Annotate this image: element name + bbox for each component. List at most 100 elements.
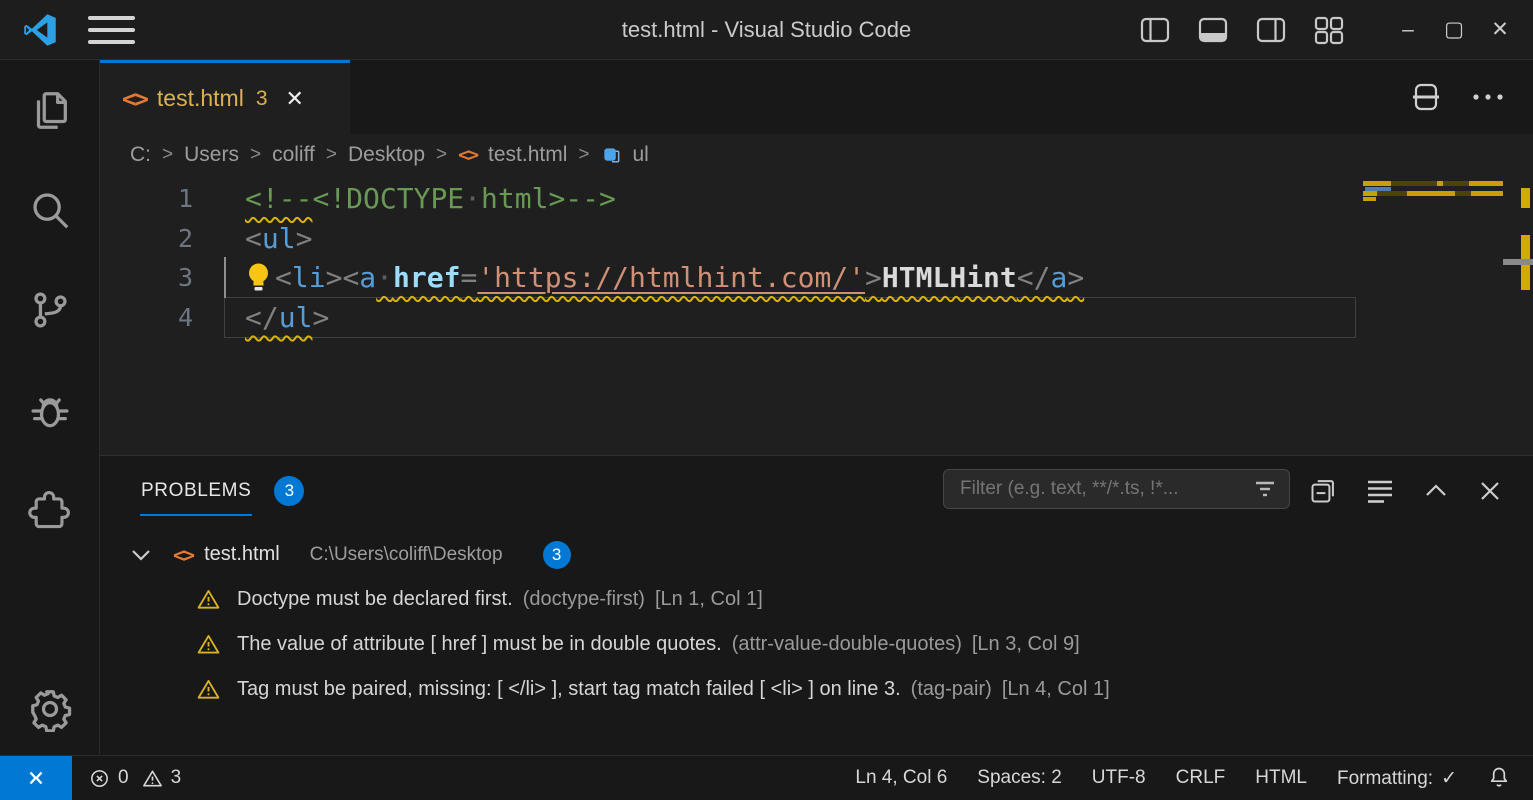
status-language-mode[interactable]: HTML (1255, 767, 1307, 789)
breadcrumb-item-test-html[interactable]: test.html (488, 143, 567, 167)
error-count: 0 (118, 767, 129, 789)
titlebar: test.html - Visual Studio Code – (0, 0, 1533, 60)
problem-rule-code: (attr-value-double-quotes) (732, 633, 962, 656)
html-file-icon: <> (173, 543, 193, 567)
problem-rule-code: (doctype-first) (523, 588, 645, 611)
status-bar: 0 3 Ln 4, Col 6 Spaces: 2 UTF-8 CRLF HTML For… (0, 755, 1533, 800)
breadcrumb-item-c-[interactable]: C: (130, 143, 151, 167)
minimap[interactable] (1363, 178, 1503, 318)
view-as-table-icon[interactable] (1365, 478, 1395, 504)
toggle-panel-icon[interactable] (1197, 16, 1229, 44)
filter-icon (1253, 479, 1277, 499)
code-token: < (245, 222, 262, 255)
menu-hamburger-icon[interactable] (88, 16, 135, 44)
problems-file-path: C:\Users\coliff\Desktop (310, 544, 503, 566)
notifications-bell-icon[interactable] (1487, 765, 1511, 791)
problem-position: [Ln 3, Col 9] (972, 633, 1080, 656)
breadcrumb-separator-icon: > (578, 144, 589, 166)
vscode-logo-icon (22, 12, 58, 48)
breadcrumb-separator-icon: > (250, 144, 261, 166)
tab-test-html[interactable]: <> test.html 3 ✕ (100, 60, 350, 134)
html-file-icon: <> (122, 85, 147, 113)
code-token: href (393, 261, 460, 294)
tab-label: test.html (157, 85, 244, 112)
tab-problems[interactable]: PROBLEMS (140, 466, 252, 516)
lightbulb-icon[interactable] (245, 262, 272, 293)
status-problems[interactable]: 0 3 (88, 767, 181, 790)
split-editor-icon[interactable] (1411, 81, 1441, 113)
explorer-icon[interactable] (26, 86, 74, 134)
warning-icon (196, 677, 221, 702)
code-editor[interactable]: 1<!--<!DOCTYPE·html>-->2<ul>3<li><a·href… (100, 176, 1533, 455)
code-token: li (292, 261, 326, 294)
overview-ruler[interactable] (1519, 176, 1533, 455)
breadcrumb-item-ul[interactable]: ul (633, 143, 649, 167)
line-number: 4 (100, 303, 193, 332)
toggle-secondary-sidebar-icon[interactable] (1255, 16, 1287, 44)
status-encoding[interactable]: UTF-8 (1092, 767, 1146, 789)
settings-gear-icon[interactable] (26, 685, 74, 733)
remote-indicator[interactable] (0, 756, 72, 800)
code-line-3[interactable]: 3<li><a·href='https://htmlhint.com/'>HTM… (100, 258, 1533, 298)
toggle-sidebar-icon[interactable] (1139, 16, 1171, 44)
search-icon[interactable] (26, 186, 74, 234)
problem-row-3[interactable]: Tag must be paired, missing: [ </li> ], … (100, 667, 1533, 712)
breadcrumb-item-users[interactable]: Users (184, 143, 239, 167)
close-panel-icon[interactable] (1477, 478, 1503, 504)
collapse-all-icon[interactable] (1309, 477, 1337, 505)
code-token: < (342, 261, 359, 294)
filter-input[interactable] (960, 478, 1253, 500)
code-token: > (865, 261, 882, 294)
problem-message: Doctype must be declared first. (237, 588, 513, 611)
problem-row-1[interactable]: Doctype must be declared first. (doctype-… (100, 577, 1533, 622)
html-file-icon: <> (458, 144, 477, 166)
code-token: a (359, 261, 376, 294)
warning-count: 3 (171, 767, 182, 789)
more-actions-icon[interactable] (1471, 92, 1505, 102)
status-formatting[interactable]: Formatting:✓ (1337, 767, 1457, 790)
activity-bar (0, 60, 100, 755)
panel-header: PROBLEMS 3 (100, 456, 1533, 526)
problem-position: [Ln 4, Col 1] (1002, 678, 1110, 701)
ruler-warning-mark (1521, 188, 1530, 208)
run-debug-icon[interactable] (26, 386, 74, 434)
code-line-2[interactable]: 2<ul> (100, 219, 1533, 259)
customize-layout-icon[interactable] (1313, 15, 1345, 45)
file-problem-count-badge: 3 (543, 541, 571, 569)
warning-icon (196, 632, 221, 657)
breadcrumb-item-coliff[interactable]: coliff (272, 143, 315, 167)
close-window-button[interactable]: ✕ (1477, 0, 1523, 60)
code-line-1[interactable]: 1<!--<!DOCTYPE·html>--> (100, 179, 1533, 219)
maximize-panel-icon[interactable] (1423, 478, 1449, 504)
problem-rule-code: (tag-pair) (911, 678, 992, 701)
code-token: = (460, 261, 477, 294)
problems-panel: PROBLEMS 3 (100, 455, 1533, 755)
source-control-icon[interactable] (26, 286, 74, 334)
code-token: HTMLHint (882, 261, 1017, 294)
breadcrumb-separator-icon: > (162, 144, 173, 166)
tab-bar: <> test.html 3 ✕ (100, 60, 1533, 134)
warning-icon (196, 587, 221, 612)
minimize-button[interactable]: – (1385, 0, 1431, 60)
code-token: </ (245, 301, 279, 334)
problems-file-row[interactable]: <> test.html C:\Users\coliff\Desktop 3 (100, 532, 1533, 577)
code-token: · (464, 182, 481, 215)
chevron-down-icon[interactable] (130, 548, 152, 562)
text-cursor (224, 257, 226, 298)
code-token: </ (1017, 261, 1051, 294)
line-number: 3 (100, 263, 193, 292)
extensions-icon[interactable] (26, 486, 74, 534)
status-cursor-position[interactable]: Ln 4, Col 6 (855, 767, 947, 789)
problem-row-2[interactable]: The value of attribute [ href ] must be … (100, 622, 1533, 667)
status-indentation[interactable]: Spaces: 2 (977, 767, 1062, 789)
tab-close-icon[interactable]: ✕ (286, 86, 304, 112)
status-eol[interactable]: CRLF (1176, 767, 1226, 789)
breadcrumb-item-desktop[interactable]: Desktop (348, 143, 425, 167)
maximize-button[interactable]: ▢ (1431, 0, 1477, 60)
code-line-4[interactable]: 4</ul> (100, 298, 1533, 338)
code-token: · (376, 261, 393, 294)
problems-count-badge: 3 (274, 476, 304, 506)
line-number: 2 (100, 224, 193, 253)
problems-filter[interactable] (943, 469, 1290, 509)
detected-link[interactable]: 'https://htmlhint.com/' (477, 261, 865, 294)
